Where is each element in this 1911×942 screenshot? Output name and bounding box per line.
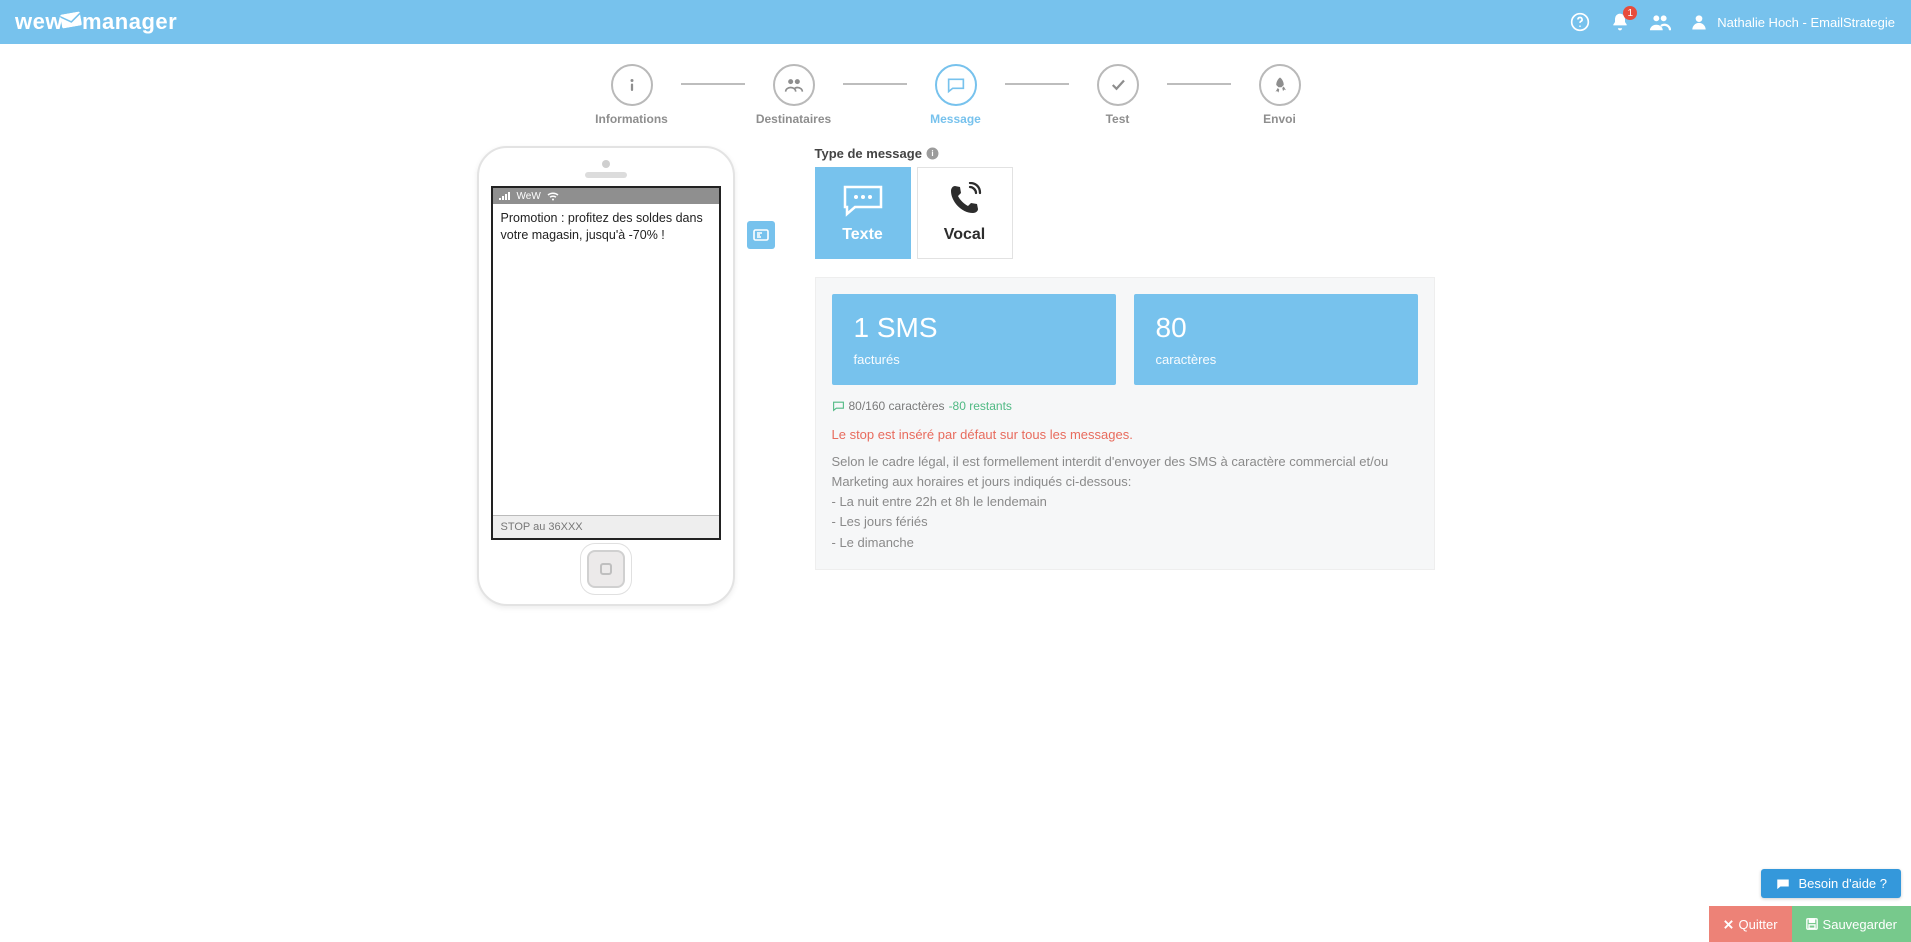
sms-count-value: 1 SMS xyxy=(854,312,1094,344)
save-button[interactable]: Sauvegarder xyxy=(1792,906,1911,942)
save-icon xyxy=(1806,918,1818,930)
legal-line: - La nuit entre 22h et 8h le lendemain xyxy=(832,492,1418,512)
app-logo: wew manager xyxy=(15,9,177,35)
sms-count-sub: facturés xyxy=(854,352,1094,367)
quit-label: Quitter xyxy=(1739,917,1778,932)
help-label: Besoin d'aide ? xyxy=(1799,876,1888,891)
help-icon[interactable] xyxy=(1569,11,1591,33)
char-count-sub: caractères xyxy=(1156,352,1396,367)
quit-button[interactable]: Quitter xyxy=(1709,906,1792,942)
save-label: Sauvegarder xyxy=(1823,917,1897,932)
comment-icon xyxy=(832,400,845,412)
wizard-steps: Informations Destinataires Message Test … xyxy=(0,64,1911,126)
header-right: 1 Nathalie Hoch - EmailStrategie xyxy=(1569,11,1901,33)
step-message[interactable]: Message xyxy=(911,64,1001,126)
contacts-icon[interactable] xyxy=(1649,11,1671,33)
counter-main: 80/160 caractères xyxy=(849,399,945,413)
main-content: WeW STOP au 36XXX Type de message i xyxy=(0,136,1911,686)
type-label: Vocal xyxy=(944,226,986,244)
notifications-icon[interactable]: 1 xyxy=(1609,11,1631,33)
info-icon xyxy=(611,64,653,106)
wifi-icon xyxy=(547,192,559,201)
app-header: wew manager 1 Nathalie Hoch - EmailStrat… xyxy=(0,0,1911,44)
phone-column: WeW STOP au 36XXX xyxy=(477,146,775,606)
legal-line: - Le dimanche xyxy=(832,533,1418,553)
type-title-text: Type de message xyxy=(815,146,922,161)
insert-variable-button[interactable] xyxy=(747,221,775,249)
stat-cards: 1 SMS facturés 80 caractères xyxy=(832,294,1418,385)
char-count-card: 80 caractères xyxy=(1134,294,1418,385)
sms-count-card: 1 SMS facturés xyxy=(832,294,1116,385)
legal-text: Selon le cadre légal, il est formellemen… xyxy=(832,452,1418,553)
user-label: Nathalie Hoch - EmailStrategie xyxy=(1717,15,1895,30)
char-counter-line: 80/160 caractères -80 restants xyxy=(832,399,1418,413)
step-envoi[interactable]: Envoi xyxy=(1235,64,1325,126)
stop-warning: Le stop est inséré par défaut sur tous l… xyxy=(832,427,1418,442)
step-connector xyxy=(681,83,745,85)
text-bubble-icon xyxy=(841,182,885,218)
step-destinataires[interactable]: Destinataires xyxy=(749,64,839,126)
type-section-title: Type de message i xyxy=(815,146,1435,161)
step-connector xyxy=(1167,83,1231,85)
step-label: Test xyxy=(1106,112,1130,126)
chat-icon xyxy=(1775,877,1791,891)
carrier-label: WeW xyxy=(517,191,541,202)
message-type-selector: Texte Vocal xyxy=(815,167,1435,259)
phone-statusbar: WeW xyxy=(493,188,719,204)
stop-footer: STOP au 36XXX xyxy=(493,515,719,538)
type-vocal-option[interactable]: Vocal xyxy=(917,167,1013,259)
phone-home-button xyxy=(587,550,625,588)
check-icon xyxy=(1097,64,1139,106)
char-count-value: 80 xyxy=(1156,312,1396,344)
user-icon xyxy=(1689,12,1709,32)
legal-intro: Selon le cadre légal, il est formellemen… xyxy=(832,452,1418,492)
phone-speaker xyxy=(585,172,627,178)
sms-text-input[interactable] xyxy=(493,204,719,515)
people-icon xyxy=(773,64,815,106)
type-label: Texte xyxy=(842,226,883,244)
message-icon xyxy=(935,64,977,106)
svg-text:i: i xyxy=(931,149,933,158)
step-label: Informations xyxy=(595,112,668,126)
step-connector xyxy=(843,83,907,85)
step-connector xyxy=(1005,83,1069,85)
signal-icon xyxy=(499,192,511,200)
phone-call-icon xyxy=(943,182,987,218)
rocket-icon xyxy=(1259,64,1301,106)
phone-screen: WeW STOP au 36XXX xyxy=(491,186,721,540)
stats-panel: 1 SMS facturés 80 caractères 80/160 cara… xyxy=(815,277,1435,570)
legal-line: - Les jours fériés xyxy=(832,512,1418,532)
user-menu[interactable]: Nathalie Hoch - EmailStrategie xyxy=(1689,12,1901,32)
settings-column: Type de message i Texte Vocal xyxy=(815,146,1435,606)
counter-remaining: -80 restants xyxy=(949,399,1012,413)
type-texte-option[interactable]: Texte xyxy=(815,167,911,259)
step-label: Message xyxy=(930,112,981,126)
step-label: Envoi xyxy=(1263,112,1296,126)
step-informations[interactable]: Informations xyxy=(587,64,677,126)
bottom-action-bar: Quitter Sauvegarder xyxy=(1709,906,1911,942)
close-icon xyxy=(1723,919,1734,930)
step-test[interactable]: Test xyxy=(1073,64,1163,126)
notification-badge: 1 xyxy=(1623,6,1637,20)
help-fab[interactable]: Besoin d'aide ? xyxy=(1761,869,1902,898)
step-label: Destinataires xyxy=(756,112,831,126)
phone-mockup: WeW STOP au 36XXX xyxy=(477,146,735,606)
info-tooltip-icon[interactable]: i xyxy=(926,147,939,160)
